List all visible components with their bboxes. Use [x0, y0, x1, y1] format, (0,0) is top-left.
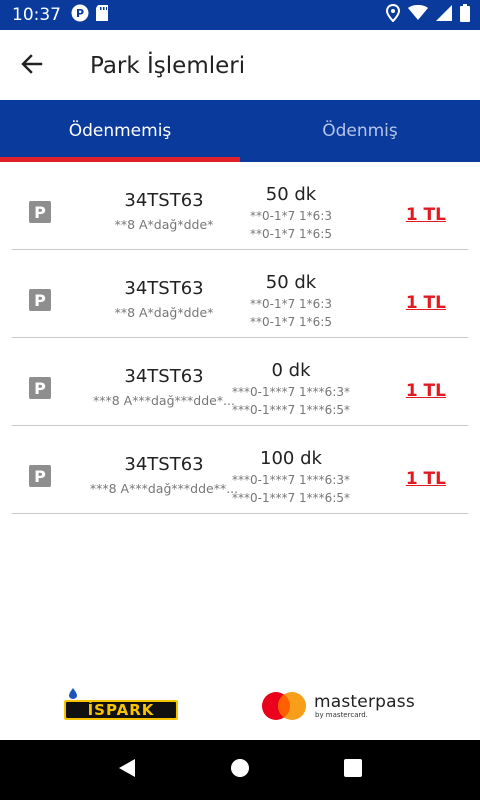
duration: 100 dk [260, 448, 322, 469]
mastercard-circles-icon [262, 692, 306, 720]
triangle-back-icon [118, 758, 136, 783]
status-time: 10:37 [12, 5, 61, 25]
location-icon [385, 3, 401, 27]
price-link[interactable]: 1 TL [406, 293, 446, 313]
list-item[interactable]: P 34TST63 **8 A*dağ*dde* 50 dk **0-1*7 1… [12, 250, 468, 338]
signal-icon [436, 4, 452, 26]
start-time: **0-1*7 1*6:3 [250, 297, 332, 311]
masterpass-sub: by mastercard. [315, 710, 368, 719]
arrow-left-icon [20, 52, 44, 81]
back-button[interactable] [0, 30, 64, 102]
parking-icon: P [29, 377, 51, 399]
list-item[interactable]: P 34TST63 **8 A*dağ*dde* 50 dk **0-1*7 1… [12, 162, 468, 250]
wifi-icon [408, 4, 428, 26]
circle-home-icon [230, 758, 250, 783]
end-time: ***0-1***7 1***6:5* [232, 403, 350, 417]
price-link[interactable]: 1 TL [406, 469, 446, 489]
start-time: **0-1*7 1*6:3 [250, 209, 332, 223]
status-bar: 10:37 P [0, 0, 480, 30]
price-link[interactable]: 1 TL [406, 381, 446, 401]
tab-bar: Ödenmemiş Ödenmiş [0, 100, 480, 162]
parking-icon: P [29, 201, 51, 223]
sd-card-icon [95, 4, 109, 27]
square-recents-icon [344, 758, 363, 782]
ispark-logo-text: İSPARK [88, 700, 155, 719]
masterpass-logo: masterpass by mastercard. [262, 692, 415, 720]
duration: 0 dk [271, 360, 311, 381]
start-time: ***0-1***7 1***6:3* [232, 385, 350, 399]
nav-home-button[interactable] [220, 750, 260, 790]
price-link[interactable]: 1 TL [406, 205, 446, 225]
system-nav-bar [0, 740, 480, 800]
parking-list: P 34TST63 **8 A*dağ*dde* 50 dk **0-1*7 1… [12, 162, 468, 514]
parking-icon: P [29, 289, 51, 311]
list-item[interactable]: P 34TST63 ***8 A***dağ***dde*... 0 dk **… [12, 338, 468, 426]
parking-icon: P [29, 465, 51, 487]
end-time: ***0-1***7 1***6:5* [232, 491, 350, 505]
svg-text:P: P [76, 7, 84, 20]
duration: 50 dk [265, 272, 317, 293]
nav-back-button[interactable] [107, 750, 147, 790]
end-time: **0-1*7 1*6:5 [250, 315, 332, 329]
ispark-logo: İSPARK [64, 688, 178, 722]
footer-logos: İSPARK masterpass by mastercard. [0, 688, 480, 728]
nav-recents-button[interactable] [333, 750, 373, 790]
list-item[interactable]: P 34TST63 ***8 A***dağ***dde**... 100 dk… [12, 426, 468, 514]
tab-unpaid[interactable]: Ödenmemiş [0, 100, 240, 162]
p-notification-icon: P [71, 4, 89, 27]
start-time: ***0-1***7 1***6:3* [232, 473, 350, 487]
app-bar: Park İşlemleri [0, 30, 480, 102]
battery-icon [460, 3, 470, 27]
tab-paid[interactable]: Ödenmiş [240, 100, 480, 162]
end-time: **0-1*7 1*6:5 [250, 227, 332, 241]
masterpass-name: masterpass [314, 691, 415, 712]
duration: 50 dk [265, 184, 317, 205]
page-title: Park İşlemleri [90, 53, 246, 79]
